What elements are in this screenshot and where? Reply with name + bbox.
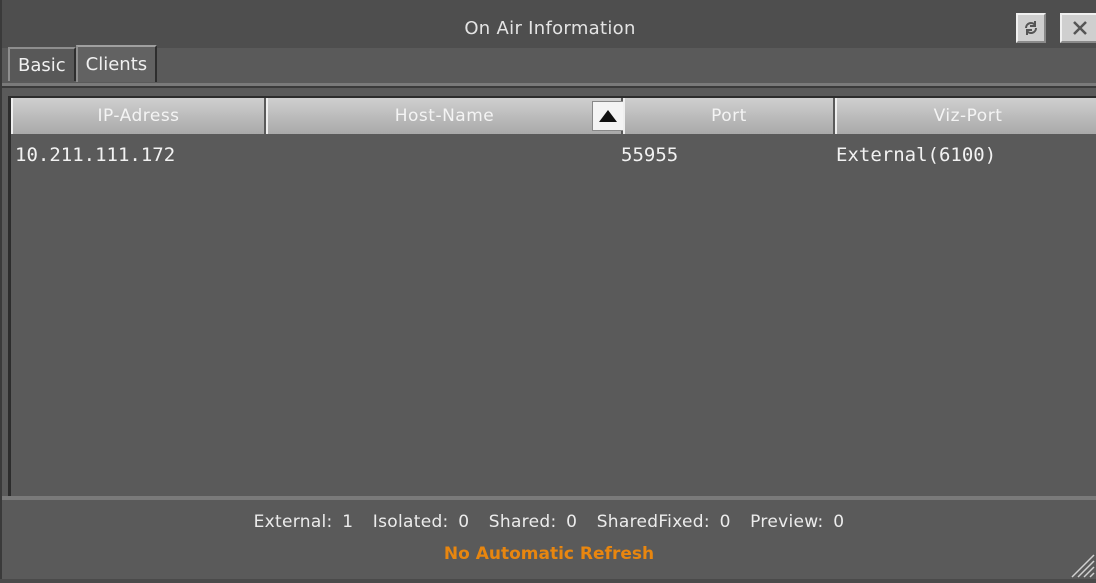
cell-port: 55955 [621,144,679,166]
table-row[interactable]: 10.211.111.172 55955 External(6100) [11,144,1096,168]
title-bar[interactable]: On Air Information [2,0,1096,48]
tab-separator [2,83,1096,88]
client-counts: External: 1 Isolated: 0 Shared: 0 Shared… [253,512,845,532]
clients-table: IP-Adress Host-Name Port Viz-Port 10.211… [8,96,1096,498]
column-header-port[interactable]: Port [623,98,835,134]
window-title: On Air Information [464,18,636,39]
table-bottom-border [2,496,1096,500]
resize-grip-icon[interactable] [1066,549,1096,579]
refresh-button[interactable] [1016,13,1046,43]
column-header-host-name[interactable]: Host-Name [266,98,624,134]
on-air-information-window: On Air Information Basic Clients IP-Adre… [0,0,1096,579]
table-header: IP-Adress Host-Name Port Viz-Port [11,98,1096,134]
refresh-icon [1025,21,1037,35]
cell-ip-address: 10.211.111.172 [15,144,176,166]
tab-basic[interactable]: Basic [8,47,76,81]
close-button[interactable] [1060,13,1096,43]
column-header-host-name-label: Host-Name [394,106,495,126]
close-icon [1073,21,1087,35]
refresh-status: No Automatic Refresh [443,544,655,564]
column-header-viz-port[interactable]: Viz-Port [835,98,1096,134]
cell-viz-port: External(6100) [836,144,997,166]
tab-bar: Basic Clients [8,45,158,83]
sort-ascending-icon [592,101,624,131]
column-header-ip-address[interactable]: IP-Adress [11,98,266,134]
tab-clients[interactable]: Clients [75,45,158,82]
